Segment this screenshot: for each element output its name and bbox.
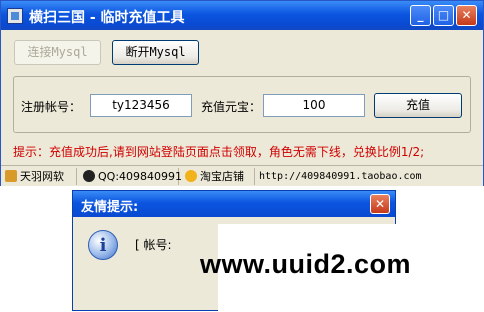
disconnect-mysql-button[interactable]: 断开Mysql (112, 40, 199, 65)
status-qq: QQ:409840991 (83, 168, 183, 185)
status-bar: 天羽网软 QQ:409840991 淘宝店铺 http://409840991.… (1, 165, 483, 186)
status-shop: 淘宝店铺 (185, 168, 255, 185)
amount-input[interactable]: 100 (263, 94, 365, 117)
info-icon: i (88, 230, 118, 260)
qq-penguin-icon (83, 170, 95, 182)
status-shop-url[interactable]: http://409840991.taobao.com (259, 168, 481, 185)
status-studio-text: 天羽网软 (20, 170, 64, 183)
dialog-title: 友情提示: (81, 200, 139, 215)
recharge-group: 注册帐号： ty123456 充值元宝： 100 充值 (13, 76, 471, 133)
taobao-icon (185, 170, 197, 182)
dialog-title-bar[interactable]: 友情提示: ✕ (73, 191, 395, 217)
connect-mysql-button[interactable]: 连接Mysql (14, 40, 101, 65)
watermark-text: www.uuid2.com (200, 249, 412, 279)
amount-label: 充值元宝： (201, 100, 262, 114)
account-input[interactable]: ty123456 (90, 94, 192, 117)
person-icon (5, 170, 17, 182)
title-bar[interactable]: 横扫三国 - 临时充值工具 _ □ ✕ (1, 1, 483, 30)
status-qq-text: QQ:409840991 (98, 170, 183, 183)
dialog-close-button[interactable]: ✕ (370, 194, 390, 214)
app-icon (7, 8, 23, 24)
window-title: 横扫三国 - 临时充值工具 (29, 10, 185, 26)
status-shop-text: 淘宝店铺 (200, 170, 244, 183)
minimize-button[interactable]: _ (410, 5, 431, 26)
close-button[interactable]: ✕ (456, 5, 477, 26)
account-label: 注册帐号： (21, 100, 82, 114)
notice-text: 提示：充值成功后,请到网站登陆页面点击领取，角色无需下线，兑换比例1/2; (13, 145, 425, 159)
dialog-message: [ 帐号: (135, 238, 172, 252)
recharge-button[interactable]: 充值 (374, 93, 462, 118)
main-window: 横扫三国 - 临时充值工具 _ □ ✕ 连接Mysql 断开Mysql 注册帐号… (0, 0, 484, 186)
status-studio: 天羽网软 (5, 168, 77, 185)
maximize-button[interactable]: □ (433, 5, 454, 26)
